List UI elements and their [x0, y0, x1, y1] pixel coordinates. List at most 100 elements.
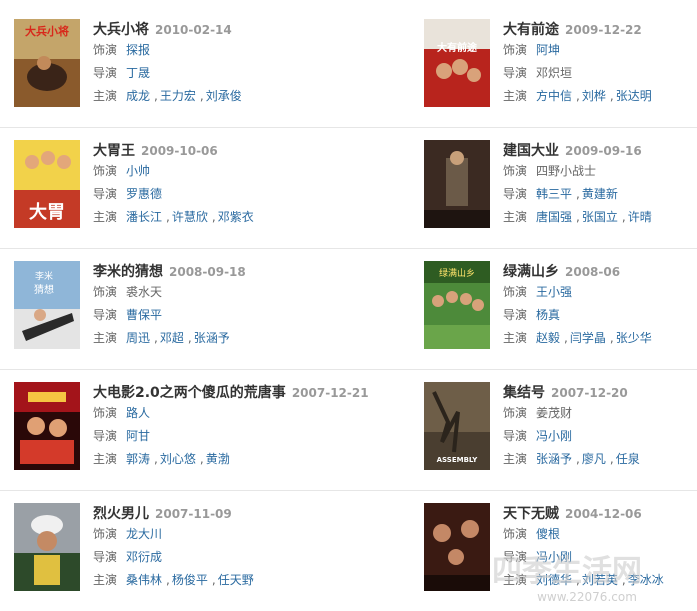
star-link[interactable]: 王力宏 [160, 89, 196, 103]
star-link[interactable]: 李冰冰 [628, 573, 664, 587]
row-divider [0, 369, 697, 370]
director-label: 导演 [503, 187, 528, 201]
movie-poster[interactable]: 大胃 [14, 140, 80, 228]
star-label: 主演 [503, 452, 528, 466]
movie-poster[interactable] [424, 140, 490, 228]
director-label: 导演 [93, 429, 118, 443]
star-link[interactable]: 唐国强 [536, 210, 572, 224]
star-link[interactable]: 张涵予 [194, 331, 230, 345]
row-divider [0, 490, 697, 491]
movie-poster[interactable] [14, 503, 80, 591]
star-link[interactable]: 成龙 [126, 89, 150, 103]
movie-title[interactable]: 大有前途 [503, 22, 559, 38]
star-link[interactable]: 杨俊平 [172, 573, 208, 587]
star-link[interactable]: 赵毅 [536, 331, 560, 345]
role-link[interactable]: 王小强 [536, 285, 572, 299]
movie-title[interactable]: 绿满山乡 [503, 264, 559, 280]
movie-poster[interactable]: 大有前途 [424, 19, 490, 107]
star-link[interactable]: 任天野 [218, 573, 254, 587]
director-text: 邓炽垣 [536, 66, 573, 80]
star-label: 主演 [93, 210, 118, 224]
movie-title[interactable]: 集结号 [503, 385, 545, 401]
star-link[interactable]: 刘承俊 [206, 89, 242, 103]
movie-title[interactable]: 天下无贼 [503, 506, 559, 522]
director-link[interactable]: 冯小刚 [536, 429, 572, 443]
svg-text:猜想: 猜想 [34, 283, 54, 296]
movie-title[interactable]: 烈火男儿 [93, 506, 149, 522]
star-link[interactable]: 刘桦 [582, 89, 606, 103]
director-link[interactable]: 冯小刚 [536, 550, 572, 564]
star-link[interactable]: 邓紫衣 [218, 210, 254, 224]
director-link[interactable]: 曹保平 [126, 308, 162, 322]
director-link[interactable]: 韩三平 [536, 187, 572, 201]
movie-poster[interactable]: 绿满山乡 [424, 261, 490, 349]
star-link[interactable]: 许晴 [628, 210, 652, 224]
star-link[interactable]: 任泉 [616, 452, 640, 466]
star-link[interactable]: 张达明 [616, 89, 652, 103]
star-link[interactable]: 邓超 [160, 331, 184, 345]
movie-title[interactable]: 大电影2.0之两个傻瓜的荒唐事 [93, 385, 286, 401]
role-label: 饰演 [503, 527, 528, 541]
role-link[interactable]: 路人 [126, 406, 150, 420]
director-link[interactable]: 杨真 [536, 308, 560, 322]
role-link[interactable]: 龙大川 [126, 527, 162, 541]
movie-title[interactable]: 建国大业 [503, 143, 559, 159]
role-label: 饰演 [503, 43, 528, 57]
director-link[interactable]: 阿甘 [126, 429, 150, 443]
svg-text:大兵小将: 大兵小将 [25, 24, 69, 38]
role-label: 饰演 [93, 285, 118, 299]
director-label: 导演 [503, 550, 528, 564]
role-link[interactable]: 阿坤 [536, 43, 560, 57]
director-link[interactable]: 黄建新 [582, 187, 618, 201]
star-link[interactable]: 张涵予 [536, 452, 572, 466]
director-link[interactable]: 丁晟 [126, 66, 150, 80]
row-divider [0, 248, 697, 249]
role-label: 饰演 [93, 406, 118, 420]
star-link[interactable]: 周迅 [126, 331, 150, 345]
movie-poster[interactable] [14, 382, 80, 470]
movie-title[interactable]: 李米的猜想 [93, 264, 163, 280]
movie-card-dadianying: 大电影2.0之两个傻瓜的荒唐事 2007-12-21 饰演 路人 导演 阿甘 主演 郭涛… [14, 382, 369, 478]
star-link[interactable]: 张少华 [616, 331, 652, 345]
role-label: 饰演 [503, 406, 528, 420]
movie-title[interactable]: 大胃王 [93, 143, 135, 159]
role-link[interactable]: 探报 [126, 43, 150, 57]
director-link[interactable]: 邓衍成 [126, 550, 162, 564]
poster-caption: ASSEMBLY [437, 456, 479, 464]
star-label: 主演 [503, 573, 528, 587]
director-label: 导演 [93, 187, 118, 201]
role-label: 饰演 [93, 164, 118, 178]
role-link[interactable]: 小帅 [126, 164, 150, 178]
director-label: 导演 [503, 429, 528, 443]
director-link[interactable]: 罗惠德 [126, 187, 162, 201]
star-link[interactable]: 刘若英 [582, 573, 618, 587]
star-label: 主演 [93, 573, 118, 587]
star-label: 主演 [93, 331, 118, 345]
movie-card-lvmanshanxiang: 绿满山乡 绿满山乡 2008-06 饰演 王小强 导演 杨真 主演 赵毅, 闫学晶, 张少华 [424, 261, 697, 357]
movie-title[interactable]: 大兵小将 [93, 22, 149, 38]
role-text: 姜茂财 [536, 406, 573, 420]
role-label: 饰演 [93, 527, 118, 541]
star-link[interactable]: 方中信 [536, 89, 572, 103]
movie-poster[interactable]: ASSEMBLY [424, 382, 490, 470]
star-label: 主演 [93, 452, 118, 466]
star-link[interactable]: 刘心悠 [160, 452, 196, 466]
movie-poster[interactable] [424, 503, 490, 591]
star-link[interactable]: 潘长江 [126, 210, 162, 224]
release-date: 2009-09-16 [565, 144, 642, 158]
star-link[interactable]: 郭涛 [126, 452, 150, 466]
star-link[interactable]: 桑伟林 [126, 573, 162, 587]
role-link[interactable]: 傻根 [536, 527, 560, 541]
movie-card-liehuonaner: 烈火男儿 2007-11-09 饰演 龙大川 导演 邓衍成 主演 桑伟林, 杨俊平, 任天野 [14, 503, 314, 599]
star-link[interactable]: 许慧欣 [172, 210, 208, 224]
release-date: 2009-12-22 [565, 23, 642, 37]
star-link[interactable]: 廖凡 [582, 452, 606, 466]
movie-poster[interactable]: 大兵小将 [14, 19, 80, 107]
star-link[interactable]: 张国立 [582, 210, 618, 224]
role-label: 饰演 [503, 164, 528, 178]
star-link[interactable]: 刘德华 [536, 573, 572, 587]
star-link[interactable]: 闫学晶 [570, 331, 606, 345]
svg-text:绿满山乡: 绿满山乡 [439, 267, 475, 279]
movie-poster[interactable]: 李米 猜想 [14, 261, 80, 349]
star-link[interactable]: 黄渤 [206, 452, 230, 466]
